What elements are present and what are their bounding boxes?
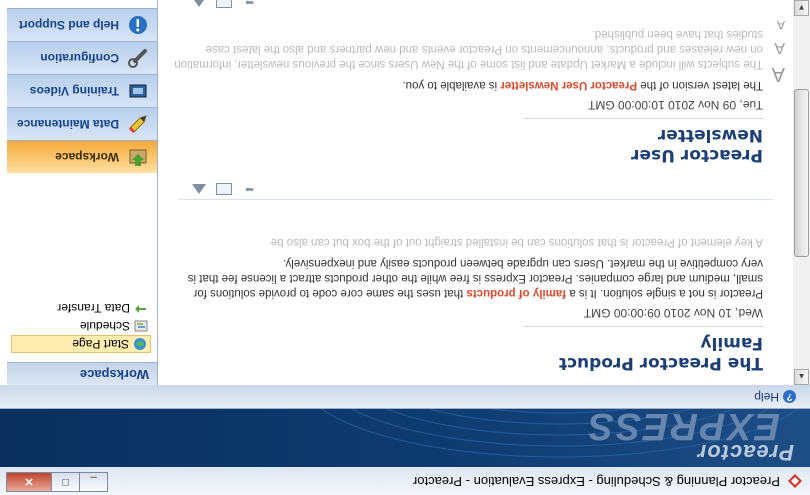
workspace-icon: [127, 146, 149, 168]
article-date: Wed, 10 Nov 2010 09:00:00 GMT: [583, 306, 763, 320]
article-link[interactable]: family of products: [466, 287, 566, 299]
scroll-up-button[interactable]: ▲: [794, 369, 809, 385]
wrench-icon: [127, 47, 149, 69]
nav-link-label: Data Transfer: [57, 301, 130, 315]
scroll-down-button[interactable]: ▼: [794, 0, 809, 16]
article-user-newsletter: Preactor User Newsletter Tue, 09 Nov 201…: [173, 26, 763, 165]
article-link[interactable]: Preactor User Newsletter: [500, 79, 637, 91]
nav-button-label: Training Videos: [29, 84, 119, 98]
nav-button-label: Workspace: [55, 150, 119, 164]
nav-button-help-and-support[interactable]: Help and Support: [7, 8, 157, 41]
nav-link-start-page[interactable]: Start Page: [11, 335, 151, 353]
forward-icon[interactable]: ➥: [242, 0, 254, 8]
article-toolbar: ➥: [178, 0, 773, 13]
nav-button-label: Data Maintenance: [16, 117, 119, 131]
workspace-section-header: Workspace: [7, 362, 157, 385]
nav-button-label: Configuration: [40, 51, 119, 65]
start-page-content: The Preactor Product Family Wed, 10 Nov …: [158, 0, 793, 385]
title-bar: Preactor Planning & Scheduling - Express…: [0, 466, 810, 495]
maximize-button[interactable]: □: [52, 472, 79, 492]
nav-button-workspace[interactable]: Workspace: [7, 140, 157, 173]
globe-icon: [133, 337, 147, 351]
workspace-links: Start Page Schedule Data Transfer: [11, 299, 151, 353]
nav-link-schedule[interactable]: Schedule: [11, 317, 151, 335]
close-button[interactable]: ✕: [6, 472, 52, 492]
font-smaller-button[interactable]: A: [765, 18, 785, 32]
nav-button-training-videos[interactable]: Training Videos: [7, 74, 157, 107]
article-title[interactable]: Preactor User Newsletter: [523, 118, 763, 165]
window-controls: _ □ ✕: [6, 472, 108, 492]
nav-link-label: Start Page: [72, 337, 129, 351]
brand-express-text: EXPRESS: [586, 409, 780, 447]
article-product-family: The Preactor Product Family Wed, 10 Nov …: [173, 234, 763, 373]
nav-button-configuration[interactable]: Configuration: [7, 41, 157, 74]
info-icon: [127, 14, 149, 36]
image-icon[interactable]: [216, 0, 232, 8]
nav-button-label: Help and Support: [19, 18, 119, 32]
article-body-faded: A key element of Preactor is that soluti…: [270, 236, 763, 248]
collapse-arrow-icon[interactable]: [192, 0, 206, 7]
minimize-button[interactable]: _: [79, 472, 108, 492]
image-icon[interactable]: [216, 183, 232, 195]
article-body-faded: The subjects will include a Market Updat…: [174, 28, 763, 70]
question-icon: ?: [783, 390, 796, 404]
workspace-section-title: Workspace: [79, 367, 149, 382]
article-body: Preactor is not a single solution. It is…: [173, 255, 763, 300]
help-link[interactable]: ? Help: [754, 390, 796, 404]
article-body: The latest version of the Preactor User …: [173, 77, 763, 92]
content-scrollbar[interactable]: ▲ ▼: [792, 0, 810, 385]
font-larger-button[interactable]: A: [765, 62, 785, 85]
font-medium-button[interactable]: A: [765, 38, 785, 56]
window-title: Preactor Planning & Scheduling - Express…: [412, 474, 780, 489]
collapse-arrow-icon[interactable]: [192, 184, 206, 194]
navigation-buttons: Workspace Data Maintenance Training Vide…: [7, 8, 157, 173]
help-label: Help: [754, 390, 779, 404]
film-icon: [127, 80, 149, 102]
article-title[interactable]: The Preactor Product Family: [523, 326, 763, 373]
help-bar: ? Help: [0, 383, 810, 409]
article-text: Preactor is not a single solution. It is…: [566, 287, 763, 299]
nav-link-label: Schedule: [79, 319, 130, 333]
brand-banner: Preactor EXPRESS: [0, 409, 810, 467]
forward-icon[interactable]: ➥: [242, 183, 254, 195]
article-date: Tue, 09 Nov 2010 10:00:00 GMT: [588, 98, 763, 112]
scroll-thumb[interactable]: [794, 89, 809, 257]
font-size-controls: A A A: [765, 12, 785, 85]
nav-link-data-transfer[interactable]: Data Transfer: [11, 299, 151, 317]
transfer-icon: [134, 301, 148, 315]
preactor-app-icon: [788, 474, 802, 488]
article-text: The latest version of the: [637, 79, 763, 91]
pencil-icon: [127, 113, 149, 135]
article-toolbar: ➥: [178, 178, 773, 200]
schedule-icon: [134, 319, 148, 333]
article-text: is available to you.: [402, 79, 501, 91]
navigation-pane: Workspace Start Page Schedule Data Trans…: [0, 0, 158, 385]
nav-button-data-maintenance[interactable]: Data Maintenance: [7, 107, 157, 140]
